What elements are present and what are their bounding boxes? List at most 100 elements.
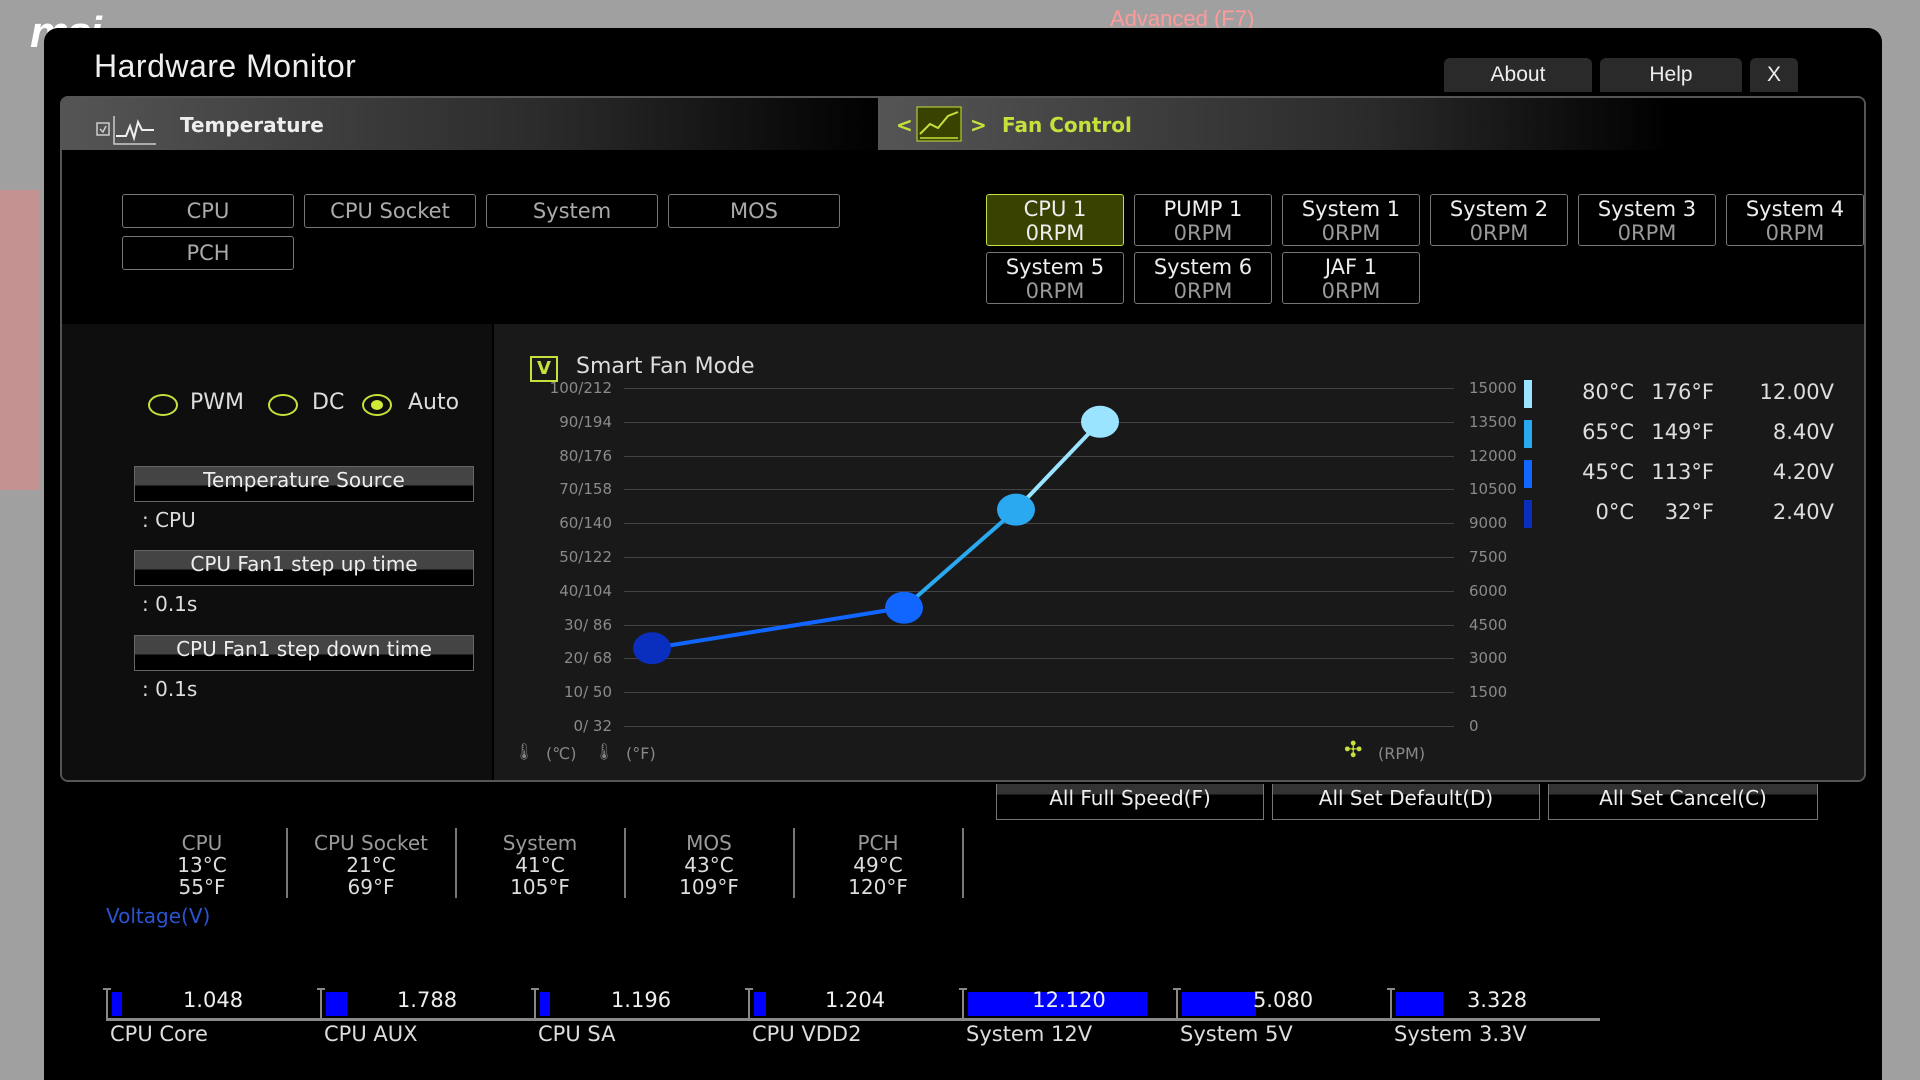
voltage-name: CPU AUX <box>324 1022 418 1046</box>
mode-radio-auto[interactable] <box>362 394 392 416</box>
temp-source-pch[interactable]: PCH <box>122 236 294 270</box>
legend-swatch <box>1524 420 1532 448</box>
thermometer-f-icon: 🌡 <box>594 742 615 761</box>
fan-button[interactable]: System 3 0RPM <box>1578 194 1716 246</box>
legend-fahrenheit: 176°F <box>1651 380 1714 404</box>
curve-segment <box>651 605 905 651</box>
voltage-item: 12.120 System 12V <box>959 988 1176 1046</box>
all-full-speed-button[interactable]: All Full Speed(F) <box>996 784 1264 820</box>
curve-point[interactable] <box>1081 405 1119 438</box>
help-button[interactable]: Help <box>1600 58 1742 92</box>
fan-control-graph-icon <box>916 106 962 142</box>
voltage-value: 1.048 <box>182 988 244 1012</box>
legend-row: 0°C 32°F 2.40V <box>1524 500 1844 530</box>
temp-source-mos[interactable]: MOS <box>668 194 840 228</box>
fan-name: PUMP 1 <box>1163 197 1243 221</box>
fan-button[interactable]: System 6 0RPM <box>1134 252 1272 304</box>
legend-swatch <box>1524 380 1532 408</box>
fan-icon: ✣ <box>1344 738 1363 763</box>
reading-name: PCH <box>857 831 899 855</box>
all-set-default-button[interactable]: All Set Default(D) <box>1272 784 1540 820</box>
fan-name: System 6 <box>1153 255 1253 279</box>
curve-point[interactable] <box>885 591 923 624</box>
step-up-time-value: : 0.1s <box>142 592 198 616</box>
fan-rpm: 0RPM <box>1025 279 1085 303</box>
legend-row: 65°C 149°F 8.40V <box>1524 420 1844 450</box>
legend-voltage: 8.40V <box>1772 420 1834 444</box>
legend-row: 45°C 113°F 4.20V <box>1524 460 1844 490</box>
temperature-reading: PCH 49°C 120°F <box>794 832 962 898</box>
reading-fahrenheit: 109°F <box>679 875 739 899</box>
temp-source-cpu-socket[interactable]: CPU Socket <box>304 194 476 228</box>
mode-label-pwm: PWM <box>190 390 245 415</box>
temperature-source-value: : CPU <box>142 508 196 532</box>
fan-rpm: 0RPM <box>1617 221 1677 245</box>
fan-curve-chart: V Smart Fan Mode 100/212 90/194 80/176 70/1… <box>494 324 1864 780</box>
reading-name: CPU Socket <box>314 831 428 855</box>
reading-fahrenheit: 55°F <box>178 875 226 899</box>
mode-radio-pwm[interactable] <box>148 394 178 416</box>
reading-fahrenheit: 105°F <box>510 875 570 899</box>
fan-name: System 5 <box>1005 255 1105 279</box>
fan-name: System 2 <box>1449 197 1549 221</box>
voltage-item: 1.204 CPU VDD2 <box>745 988 962 1046</box>
mode-radio-dc[interactable] <box>268 394 298 416</box>
legend-voltage: 4.20V <box>1772 460 1834 484</box>
legend-fahrenheit: 149°F <box>1651 420 1714 444</box>
fan-prev-arrow[interactable]: < <box>896 113 913 137</box>
voltage-section-label: Voltage(V) <box>106 904 211 928</box>
fan-next-arrow[interactable]: > <box>970 113 987 137</box>
hardware-monitor-window: Hardware Monitor About Help X Temperatur… <box>44 28 1882 1080</box>
legend-voltage: 2.40V <box>1772 500 1834 524</box>
voltage-item: 1.048 CPU Core <box>103 988 320 1046</box>
legend-swatch <box>1524 500 1532 528</box>
reading-name: System <box>502 831 578 855</box>
reading-fahrenheit: 120°F <box>848 875 908 899</box>
background-decoration <box>0 190 40 490</box>
rpm-unit-label: (RPM) <box>1378 744 1426 763</box>
curve-point[interactable] <box>633 632 671 665</box>
fan-rpm: 0RPM <box>1173 221 1233 245</box>
curve-point[interactable] <box>997 493 1035 526</box>
fan-button[interactable]: JAF 1 0RPM <box>1282 252 1420 304</box>
fan-rpm: 0RPM <box>1321 279 1381 303</box>
temp-source-system[interactable]: System <box>486 194 658 228</box>
voltage-name: System 3.3V <box>1394 1022 1527 1046</box>
about-button[interactable]: About <box>1444 58 1592 92</box>
legend-row: 80°C 176°F 12.00V <box>1524 380 1844 410</box>
reading-fahrenheit: 69°F <box>347 875 395 899</box>
fan-button[interactable]: CPU 1 0RPM <box>986 194 1124 246</box>
temperature-source-button[interactable]: Temperature Source <box>134 466 474 502</box>
voltage-value: 1.788 <box>396 988 458 1012</box>
fan-button[interactable]: System 2 0RPM <box>1430 194 1568 246</box>
fan-name: CPU 1 <box>1023 197 1087 221</box>
temp-source-cpu[interactable]: CPU <box>122 194 294 228</box>
voltage-name: System 12V <box>966 1022 1093 1046</box>
fan-button[interactable]: PUMP 1 0RPM <box>1134 194 1272 246</box>
fan-button[interactable]: System 5 0RPM <box>986 252 1124 304</box>
voltage-item: 1.788 CPU AUX <box>317 988 534 1046</box>
voltage-value: 5.080 <box>1252 988 1314 1012</box>
fan-name: System 4 <box>1745 197 1845 221</box>
fan-button[interactable]: System 1 0RPM <box>1282 194 1420 246</box>
fan-name: System 1 <box>1301 197 1401 221</box>
legend-celsius: 0°C <box>1595 500 1634 524</box>
voltage-value: 3.328 <box>1466 988 1528 1012</box>
fan-rpm: 0RPM <box>1025 221 1085 245</box>
mode-label-dc: DC <box>312 390 345 415</box>
reading-celsius: 43°C <box>684 853 734 877</box>
step-down-time-button[interactable]: CPU Fan1 step down time <box>134 635 474 671</box>
voltage-value: 1.196 <box>610 988 672 1012</box>
reading-separator <box>962 828 964 898</box>
mode-label-auto: Auto <box>408 390 460 415</box>
step-up-time-button[interactable]: CPU Fan1 step up time <box>134 550 474 586</box>
close-button[interactable]: X <box>1750 58 1798 92</box>
legend-celsius: 45°C <box>1582 460 1634 484</box>
fan-rpm: 0RPM <box>1173 279 1233 303</box>
celsius-unit-label: (℃) <box>546 744 577 763</box>
fan-button[interactable]: System 4 0RPM <box>1726 194 1864 246</box>
reading-celsius: 49°C <box>853 853 903 877</box>
legend-fahrenheit: 32°F <box>1664 500 1714 524</box>
all-set-cancel-button[interactable]: All Set Cancel(C) <box>1548 784 1818 820</box>
fan-rpm: 0RPM <box>1765 221 1825 245</box>
